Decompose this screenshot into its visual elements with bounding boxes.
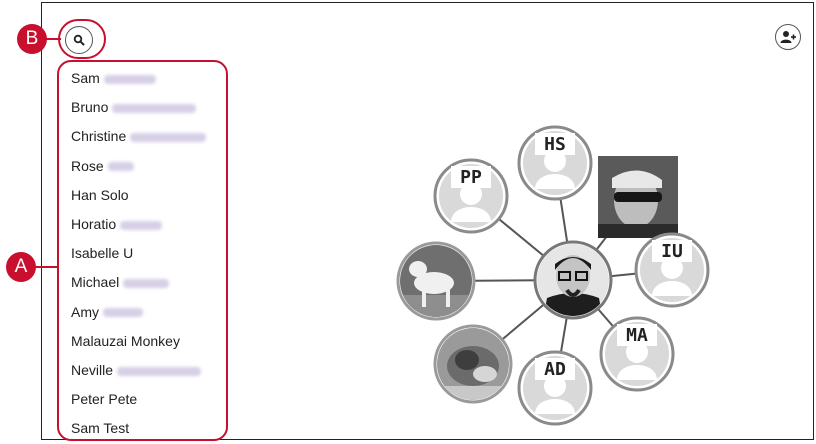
photo-white-dog (400, 245, 472, 317)
node-initials: IU (661, 241, 683, 262)
node-initials: MA (626, 325, 648, 346)
photo-man-with-glasses (537, 244, 609, 316)
contact-node[interactable]: AD (517, 350, 593, 426)
contact-node[interactable]: IU (634, 232, 710, 308)
contact-node[interactable] (598, 156, 678, 238)
node-initials: AD (544, 359, 566, 380)
node-initials: PP (460, 167, 482, 188)
contact-network: HS IU MA AD PP (396, 125, 710, 426)
contact-node[interactable]: PP (433, 158, 509, 234)
contact-node[interactable] (533, 240, 613, 320)
contact-node[interactable]: MA (599, 316, 675, 392)
node-initials: HS (544, 134, 566, 155)
photo-man-with-sunglasses (598, 156, 678, 238)
contact-node[interactable] (396, 241, 476, 321)
contact-node[interactable]: HS (517, 125, 593, 201)
contact-node[interactable] (433, 324, 513, 406)
